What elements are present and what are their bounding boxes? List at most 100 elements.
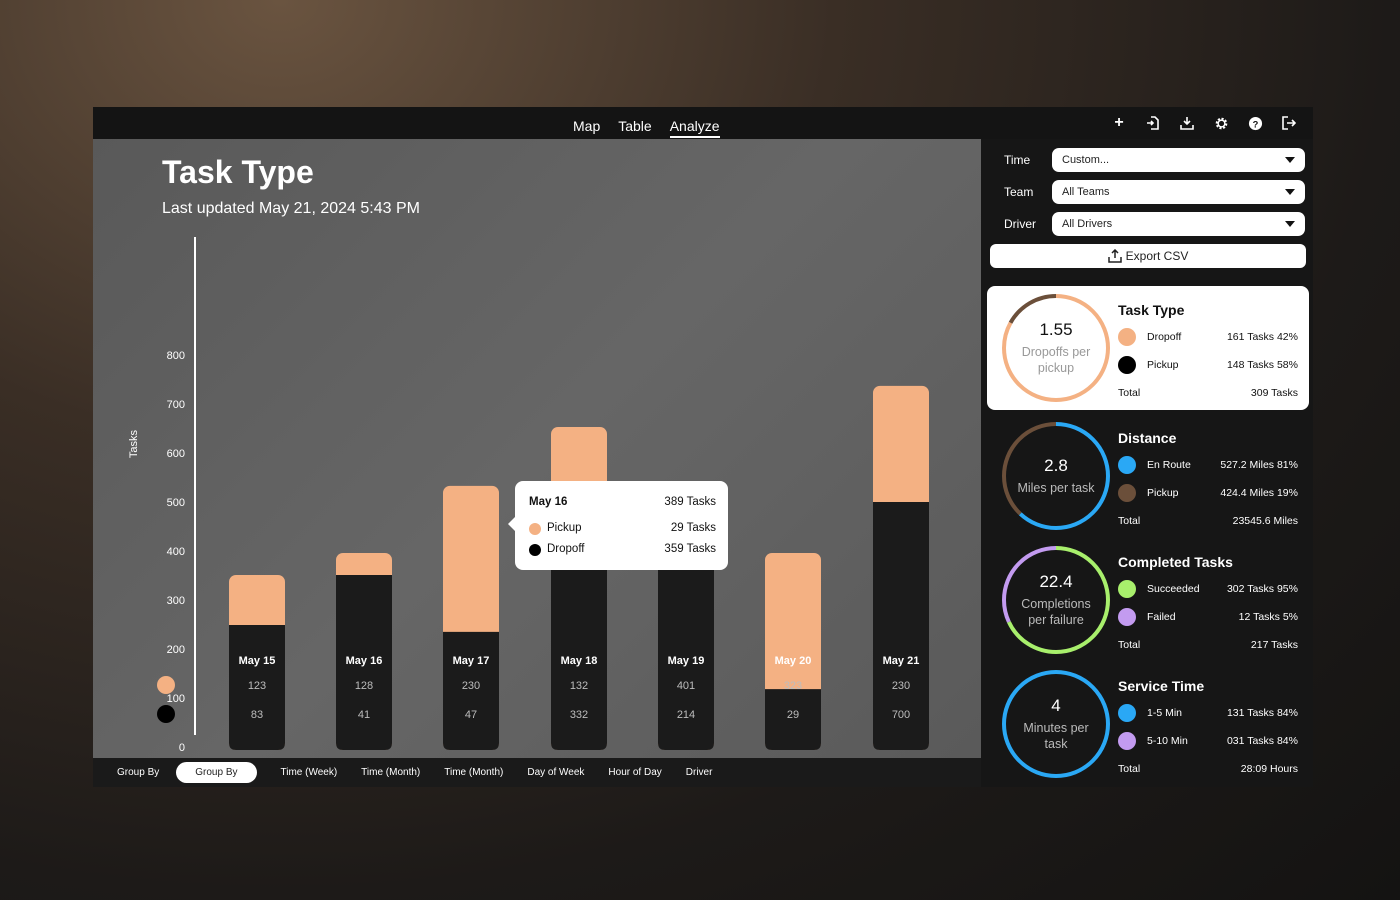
total-value: 217 Tasks	[1250, 639, 1298, 651]
legend-item: 5-10 Min 031 Tasks 84%	[1118, 732, 1298, 750]
top-bar: Map Table Analyze + ?	[93, 107, 1313, 139]
ring-desc: Completions per failure	[1021, 597, 1091, 627]
groupby-option[interactable]: Driver	[686, 767, 713, 778]
groupby-option[interactable]: Hour of Day	[608, 767, 661, 778]
team-select[interactable]: All Teams	[1052, 180, 1305, 204]
stat-card: 4 Minutes per task Service Time 1-5 Min 13…	[987, 662, 1309, 786]
legend-label: Pickup	[1147, 359, 1179, 371]
table-value: 83	[251, 709, 263, 721]
ring-desc: Miles per task	[1017, 481, 1095, 495]
row-legend-dot	[157, 705, 175, 723]
legend-item: 1-5 Min 131 Tasks 84%	[1118, 704, 1298, 722]
svg-text:?: ?	[1252, 119, 1258, 129]
help-icon[interactable]: ?	[1245, 113, 1265, 133]
legend-label: Pickup	[1147, 487, 1179, 499]
ring-center: 4 Minutes per task	[1000, 668, 1112, 780]
y-tick-label: 700	[167, 399, 185, 411]
tooltip-value: 359 Tasks	[664, 543, 716, 555]
legend-label: 1-5 Min	[1147, 707, 1183, 719]
ring-value: 22.4	[1039, 572, 1073, 591]
tab-map[interactable]: Map	[573, 118, 600, 138]
table-value: 128	[355, 680, 373, 692]
plus-icon[interactable]: +	[1109, 113, 1129, 133]
ring-value: 1.55	[1039, 320, 1073, 339]
total-value: 23545.6 Miles	[1232, 515, 1298, 527]
table-value: 41	[358, 709, 370, 721]
total-label: Total	[1118, 515, 1141, 527]
x-tick-label: May 16	[346, 655, 383, 667]
total-label: Total	[1118, 763, 1141, 775]
groupby-option[interactable]: Time (Week)	[281, 767, 338, 778]
table-value: 123	[248, 680, 266, 692]
app-window: Map Table Analyze + ? Task Type Last upd…	[93, 107, 1313, 787]
filter-label: Time	[1004, 153, 1031, 167]
table-value: 230	[462, 680, 480, 692]
y-tick-label: 500	[167, 497, 185, 509]
ring-desc: Dropoffs per pickup	[1021, 345, 1091, 375]
tooltip-label: Dropoff	[547, 543, 585, 555]
row-legend-dot	[157, 676, 175, 694]
table-value: 29	[787, 709, 799, 721]
legend-item: Pickup 148 Tasks 58%	[1118, 356, 1298, 374]
time-select[interactable]: Custom...	[1052, 148, 1305, 172]
x-tick-label: May 20	[775, 655, 812, 667]
ring-center: 22.4 Completions per failure	[1000, 544, 1112, 656]
stat-card: 1.55 Dropoffs per pickup Task Type Dropof…	[987, 286, 1309, 410]
legend-swatch	[1118, 580, 1136, 598]
total-label: Total	[1118, 387, 1141, 399]
export-label: Export CSV	[1125, 249, 1189, 263]
legend-swatch	[1118, 704, 1136, 722]
legend-value: 424.4 Miles 19%	[1220, 487, 1298, 499]
y-tick-label: 400	[167, 546, 185, 558]
groupby-option[interactable]: Time (Month)	[444, 767, 503, 778]
chart-tooltip: May 16 389 Tasks Pickup 29 Tasks Dropoff…	[508, 481, 728, 570]
groupby-option[interactable]: Time (Month)	[361, 767, 420, 778]
y-axis-label: Tasks	[128, 429, 140, 458]
total-row: Total 309 Tasks	[1118, 387, 1298, 399]
gear-icon[interactable]	[1211, 113, 1231, 133]
toolbar: + ?	[1109, 113, 1299, 133]
groupby-option-selected[interactable]: Group By	[176, 762, 257, 783]
table-value: 700	[892, 709, 910, 721]
ring-desc: Minutes per task	[1023, 721, 1089, 751]
tab-analyze[interactable]: Analyze	[669, 118, 720, 138]
legend-label: Succeeded	[1147, 583, 1200, 595]
export-csv-button[interactable]: Export CSV	[990, 244, 1306, 268]
legend-value: 031 Tasks 84%	[1226, 735, 1298, 747]
legend-item: Dropoff 161 Tasks 42%	[1118, 328, 1298, 346]
card-title: Distance	[1118, 430, 1177, 446]
table-value: 47	[465, 709, 477, 721]
y-tick-label: 0	[179, 742, 185, 754]
tooltip-total: 389 Tasks	[664, 496, 716, 508]
card-title: Task Type	[1118, 302, 1185, 318]
legend-item: En Route 527.2 Miles 81%	[1118, 456, 1298, 474]
groupby-option[interactable]: Day of Week	[527, 767, 584, 778]
logout-icon[interactable]	[1279, 113, 1299, 133]
caret-down-icon	[1285, 189, 1295, 195]
select-value: All Drivers	[1062, 218, 1113, 230]
pickup-swatch	[529, 523, 541, 535]
download-icon[interactable]	[1177, 113, 1197, 133]
import-icon[interactable]	[1143, 113, 1163, 133]
legend-swatch	[1118, 356, 1136, 374]
legend-value: 12 Tasks 5%	[1238, 611, 1298, 623]
filter-label: Team	[1004, 185, 1034, 199]
group-by-bar: Group By Group By Time (Week) Time (Mont…	[93, 758, 981, 787]
total-row: Total 217 Tasks	[1118, 639, 1298, 651]
stacked-bar-chart: Tasks 0 100 200 300 400 500 600 700 800 May 15 123 8…	[128, 237, 929, 754]
total-value: 28:09 Hours	[1240, 763, 1298, 775]
y-tick-label: 300	[167, 595, 185, 607]
sidebar: Time Custom... Team All Teams Driver All…	[981, 139, 1313, 787]
driver-select[interactable]: All Drivers	[1052, 212, 1305, 236]
total-row: Total 23545.6 Miles	[1118, 515, 1298, 527]
legend-label: Dropoff	[1147, 331, 1182, 343]
ring-value: 2.8	[1044, 456, 1068, 475]
legend-value: 161 Tasks 42%	[1226, 331, 1298, 343]
legend-swatch	[1118, 608, 1136, 626]
tab-table[interactable]: Table	[618, 118, 651, 138]
legend-swatch	[1118, 732, 1136, 750]
ring-center: 2.8 Miles per task	[1000, 420, 1112, 532]
table-value: 132	[570, 680, 588, 692]
legend-value: 131 Tasks 84%	[1226, 707, 1298, 719]
dropoff-swatch	[529, 544, 541, 556]
